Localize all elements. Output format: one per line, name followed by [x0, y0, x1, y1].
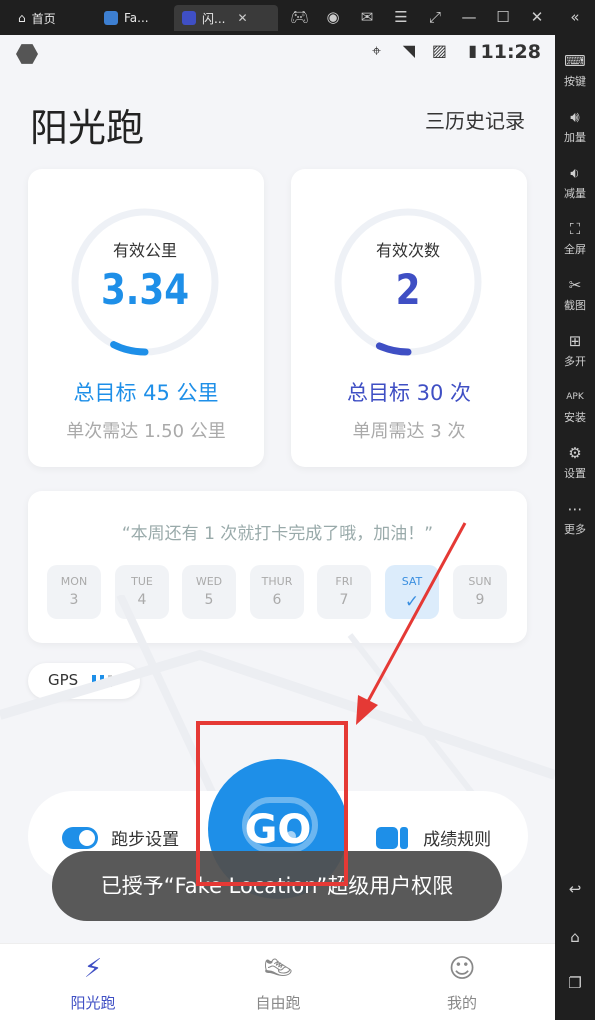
run-settings-label: 跑步设置 [111, 830, 180, 850]
count-goal: 总目标 30 次 [346, 381, 472, 405]
close-window-icon[interactable]: ✕ [528, 8, 546, 26]
sidebar-item-settings[interactable]: ⚙ 设置 [555, 443, 595, 481]
more-icon: ⋯ [567, 500, 583, 518]
day-name: THUR [261, 575, 293, 588]
annotation-arrow [356, 522, 467, 725]
distance-title: 有效公里 [112, 241, 177, 260]
home-icon: ⌂ [18, 11, 26, 25]
user-icon[interactable]: ◉ [324, 8, 342, 26]
fullscreen-icon: ⛶ [569, 220, 581, 238]
wifi-icon: ◥ [402, 41, 415, 60]
day-name: MON [60, 575, 88, 588]
sidebar-label: 按键 [564, 75, 586, 88]
count-title: 有效次数 [375, 241, 440, 260]
maximize-icon[interactable]: ☐ [494, 8, 512, 26]
recents-button[interactable]: ❐ [555, 973, 595, 995]
gear-icon: ⚙ [568, 444, 582, 462]
sidebar-label: 加量 [564, 131, 586, 144]
rules-icon [376, 826, 410, 849]
no-sim-icon: ▨ [431, 41, 447, 60]
sidebar-label: 截图 [564, 299, 586, 312]
sidebar-item-volume-down[interactable]: 🔉︎ 减量 [555, 163, 595, 201]
tab-home[interactable]: ⌂ 首页 [10, 5, 96, 31]
sidebar-item-multi-open[interactable]: ⊞ 多开 [555, 331, 595, 369]
toggle-icon [62, 826, 98, 849]
app-icon [182, 11, 196, 25]
sidebar-label: 安装 [564, 411, 586, 424]
nav-label: 我的 [446, 994, 477, 1012]
day-name: WED [195, 575, 223, 588]
location-icon: ⌖ [371, 41, 381, 60]
distance-value: 3.34 [100, 265, 190, 314]
sidebar-label: 设置 [564, 467, 586, 480]
notification-hex-icon [16, 44, 38, 64]
battery-icon: ▮ [468, 41, 477, 60]
smiley-icon: ☺ [448, 954, 476, 984]
distance-ring: 有效公里 3.34 [70, 207, 220, 357]
score-rules-button[interactable]: 成绩规则 [376, 825, 491, 850]
restore-icon[interactable]: ⤢ [426, 8, 444, 26]
emulator-sidebar: ⌨ 按键 🔊︎ 加量 🔉︎ 减量 ⛶ 全屏 ✂ 截图 ⊞ 多开 APK 安装 ⚙… [555, 35, 595, 1020]
sidebar-label: 多开 [564, 355, 586, 368]
tab-fake-location[interactable]: Fa... [96, 5, 172, 31]
back-icon: ↩ [568, 880, 582, 898]
sidebar-item-more[interactable]: ⋯ 更多 [555, 499, 595, 537]
close-icon[interactable]: ✕ [237, 11, 247, 25]
status-time: 11:28 [480, 41, 541, 63]
home-button[interactable]: ⌂ [555, 927, 595, 949]
bottom-nav: ⚡ 阳光跑 👟︎ 自由跑 ☺ 我的 [0, 943, 555, 1020]
sidebar-item-volume-up[interactable]: 🔊︎ 加量 [555, 107, 595, 145]
tab-label: Fa... [124, 11, 149, 25]
status-bar: ⌖ ◥ ▨ ▮ 11:28 [0, 35, 555, 71]
highlight-box [196, 721, 348, 886]
home-icon: ⌂ [570, 928, 580, 946]
lightning-shoe-icon: ⚡ [83, 954, 103, 984]
sidebar-item-screenshot[interactable]: ✂ 截图 [555, 275, 595, 313]
tab-sunshine-run[interactable]: 闪... ✕ [174, 5, 278, 31]
volume-up-icon: 🔊︎ [570, 108, 580, 126]
nav-sunshine-run[interactable]: ⚡ 阳光跑 [33, 950, 153, 1013]
nav-free-run[interactable]: 👟︎ 自由跑 [218, 950, 338, 1013]
tab-label: 闪... [202, 11, 226, 26]
count-value: 2 [395, 265, 421, 314]
distance-goal: 总目标 45 公里 [73, 381, 219, 405]
distance-sub: 单次需达 1.50 公里 [66, 421, 226, 442]
phone-screen: ⌖ ◥ ▨ ▮ 11:28 阳光跑 三历史记录 有效公里 3.34 总目标 45… [0, 35, 555, 1020]
volume-down-icon: 🔉︎ [570, 164, 580, 182]
collapse-icon[interactable]: « [566, 8, 584, 26]
sidebar-item-keys[interactable]: ⌨ 按键 [555, 51, 595, 89]
distance-card[interactable]: 有效公里 3.34 总目标 45 公里 单次需达 1.50 公里 [28, 169, 264, 467]
sidebar-label: 更多 [564, 523, 586, 536]
run-settings-button[interactable]: 跑步设置 [62, 825, 179, 850]
back-button[interactable]: ↩ [555, 879, 595, 901]
shoe-icon: 👟︎ [261, 954, 295, 984]
day-name: TUE [131, 575, 153, 588]
apk-icon: APK [566, 392, 584, 402]
count-ring: 有效次数 2 [333, 207, 483, 357]
tab-label: 首页 [31, 11, 56, 26]
multi-open-icon: ⊞ [568, 332, 582, 350]
nav-label: 自由跑 [255, 994, 301, 1012]
scissors-icon: ✂ [568, 276, 582, 294]
sidebar-label: 全屏 [564, 243, 586, 256]
count-card[interactable]: 有效次数 2 总目标 30 次 单周需达 3 次 [291, 169, 527, 467]
score-rules-label: 成绩规则 [423, 830, 492, 850]
recents-icon: ❐ [568, 974, 582, 992]
emulator-top-bar: ⌂ 首页 Fa... 闪... ✕ 🎮︎ ◉ ✉ ☰ ⤢ — ☐ ✕ « [0, 0, 595, 35]
keyboard-icon: ⌨ [564, 52, 586, 70]
app-icon [104, 11, 118, 25]
history-link[interactable]: 三历史记录 [425, 105, 525, 134]
mail-icon[interactable]: ✉ [358, 8, 376, 26]
sidebar-item-fullscreen[interactable]: ⛶ 全屏 [555, 219, 595, 257]
count-sub: 单周需达 3 次 [352, 421, 466, 442]
sidebar-item-install[interactable]: APK 安装 [555, 387, 595, 425]
nav-label: 阳光跑 [70, 994, 116, 1012]
nav-mine[interactable]: ☺ 我的 [402, 950, 522, 1013]
gamepad-icon[interactable]: 🎮︎ [290, 8, 309, 26]
sidebar-label: 减量 [564, 187, 586, 200]
menu-icon[interactable]: ☰ [392, 8, 410, 26]
minimize-icon[interactable]: — [460, 8, 478, 26]
page-title: 阳光跑 [30, 106, 145, 150]
